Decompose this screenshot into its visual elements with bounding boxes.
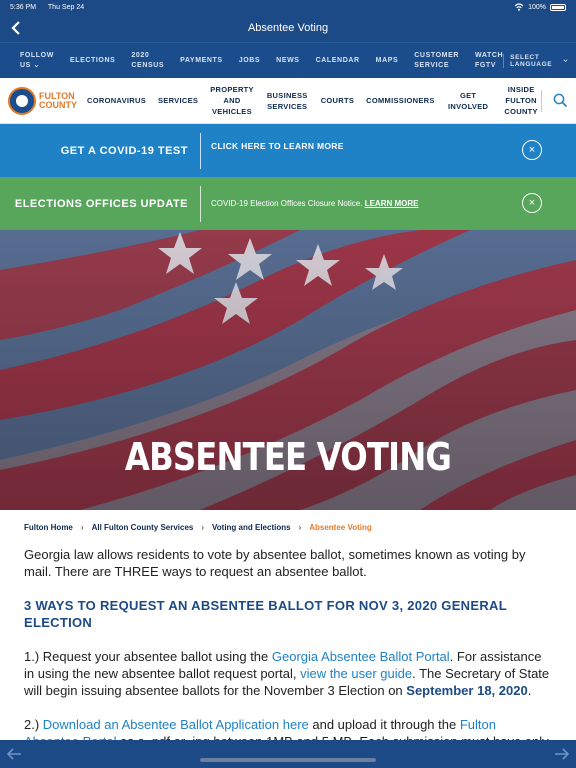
- back-arrow-icon[interactable]: [6, 748, 22, 760]
- language-select[interactable]: SELECT LANGUAGE: [503, 53, 568, 68]
- close-icon[interactable]: ×: [522, 193, 542, 213]
- ballot-portal-link[interactable]: Georgia Absentee Ballot Portal: [272, 649, 450, 664]
- top-nav: FOLLOW US ⌄ ELECTIONS 2020 CENSUS PAYMEN…: [0, 42, 576, 78]
- section-heading: 3 WAYS TO REQUEST AN ABSENTEE BALLOT FOR…: [24, 598, 507, 630]
- main-content: Georgia law allows residents to vote by …: [0, 532, 576, 750]
- breadcrumb-voting-elections[interactable]: Voting and Elections: [212, 523, 291, 532]
- issue-date: September 18, 2020: [406, 683, 528, 698]
- breadcrumb-all-services[interactable]: All Fulton County Services: [92, 523, 194, 532]
- topnav-follow-us[interactable]: FOLLOW US ⌄: [20, 51, 54, 71]
- battery-percent: 100%: [528, 3, 546, 11]
- topnav-news[interactable]: NEWS: [276, 56, 299, 66]
- search-button[interactable]: [540, 89, 568, 112]
- alert-label: GET A COVID-19 TEST: [60, 144, 188, 157]
- forward-arrow-icon[interactable]: [554, 748, 570, 760]
- learn-more-link[interactable]: LEARN MORE: [365, 199, 419, 208]
- topnav-jobs[interactable]: JOBS: [239, 56, 260, 66]
- nav-business-services[interactable]: BUSINESS SERVICES: [266, 90, 309, 112]
- search-icon: [553, 93, 568, 108]
- title-bar: Absentee Voting: [0, 14, 576, 42]
- covid-alert-banner[interactable]: GET A COVID-19 TEST CLICK HERE TO LEARN …: [0, 124, 576, 177]
- topnav-customer-service[interactable]: CUSTOMER SERVICE: [414, 51, 459, 71]
- status-date: Thu Sep 24: [47, 3, 85, 11]
- divider: [200, 132, 201, 169]
- close-icon[interactable]: ×: [522, 140, 542, 160]
- battery-icon: [550, 3, 566, 11]
- alert-message: COVID-19 Election Offices Closure Notice…: [211, 199, 419, 208]
- status-time: 5:36 PM: [10, 3, 37, 11]
- topnav-payments[interactable]: PAYMENTS: [180, 56, 223, 66]
- nav-get-involved[interactable]: GET INVOLVED: [447, 90, 490, 112]
- elections-alert-banner: ELECTIONS OFFICES UPDATE COVID-19 Electi…: [0, 177, 576, 230]
- nav-courts[interactable]: COURTS: [321, 95, 354, 106]
- fulton-county-logo[interactable]: FULTON COUNTY: [8, 86, 77, 115]
- hero-banner: ABSENTEE VOTING: [0, 230, 576, 510]
- user-guide-link[interactable]: view the user guide: [300, 666, 412, 681]
- chevron-down-icon: [563, 59, 568, 62]
- bottom-toolbar: [0, 740, 576, 768]
- download-application-link[interactable]: Download an Absentee Ballot Application …: [43, 717, 309, 732]
- chevron-left-icon: [11, 21, 20, 35]
- breadcrumb-current: Absentee Voting: [309, 523, 372, 532]
- topnav-elections[interactable]: ELECTIONS: [70, 56, 115, 66]
- chevron-right-icon: ›: [298, 523, 302, 532]
- breadcrumb-fulton-home[interactable]: Fulton Home: [24, 523, 73, 532]
- topnav-calendar[interactable]: CALENDAR: [316, 56, 360, 66]
- county-seal-icon: [8, 86, 36, 115]
- hero-title: ABSENTEE VOTING: [124, 435, 452, 479]
- chevron-right-icon: ›: [80, 523, 84, 532]
- back-button[interactable]: [6, 18, 26, 38]
- page-title: Absentee Voting: [247, 22, 329, 34]
- nav-inside-fulton[interactable]: INSIDE FULTON COUNTY: [502, 84, 541, 117]
- option-1-paragraph: 1.) Request your absentee ballot using t…: [24, 649, 550, 698]
- wifi-icon: [514, 3, 524, 11]
- topnav-watch-fgtv[interactable]: WATCH FGTV: [475, 51, 503, 71]
- main-nav: FULTON COUNTY CORONAVIRUS SERVICES PROPER…: [0, 78, 576, 124]
- nav-services[interactable]: SERVICES: [158, 95, 198, 106]
- topnav-maps[interactable]: MAPS: [376, 56, 399, 66]
- covid-learn-more-link[interactable]: CLICK HERE TO LEARN MORE: [201, 141, 576, 151]
- status-bar: 5:36 PM Thu Sep 24 100%: [0, 0, 576, 14]
- intro-paragraph: Georgia law allows residents to vote by …: [24, 547, 526, 579]
- chevron-right-icon: ›: [201, 523, 205, 532]
- breadcrumb: Fulton Home › All Fulton County Services › V…: [0, 510, 576, 532]
- nav-commissioners[interactable]: COMMISSIONERS: [366, 95, 435, 106]
- topnav-census[interactable]: 2020 CENSUS: [131, 51, 164, 71]
- alert-label: ELECTIONS OFFICES UPDATE: [14, 197, 188, 210]
- nav-coronavirus[interactable]: CORONAVIRUS: [87, 95, 146, 106]
- chevron-down-icon: ⌄: [33, 61, 40, 69]
- home-indicator[interactable]: [200, 758, 376, 762]
- nav-property-vehicles[interactable]: PROPERTY AND VEHICLES: [210, 84, 254, 117]
